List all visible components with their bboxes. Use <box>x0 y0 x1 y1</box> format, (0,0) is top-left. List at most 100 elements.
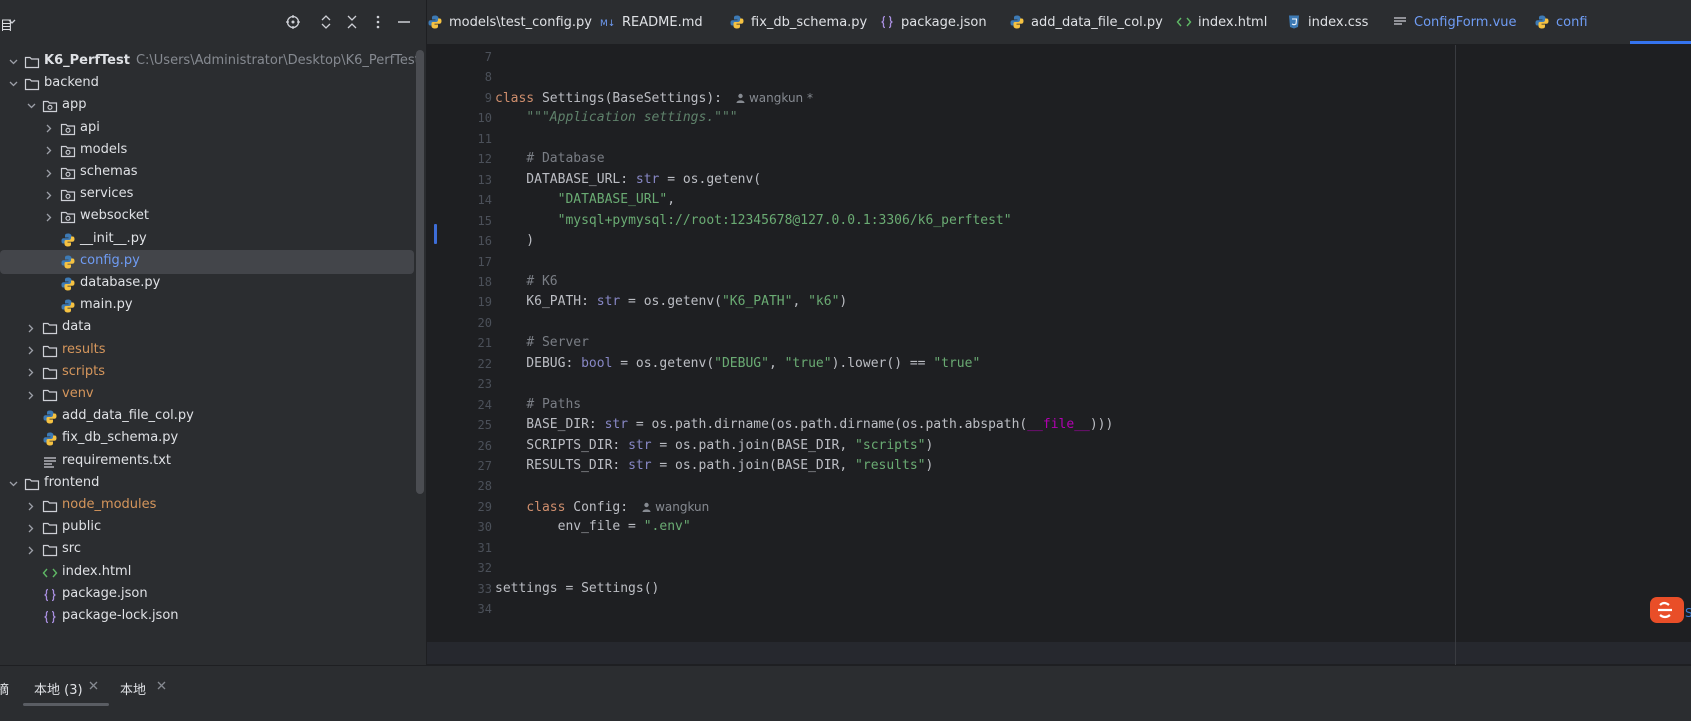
chevron-right-icon[interactable] <box>24 494 38 518</box>
tree-item-init-py[interactable]: __init__.py <box>0 228 414 252</box>
collapse-all-icon[interactable] <box>342 12 362 32</box>
code-line[interactable]: RESULTS_DIR: str = os.path.join(BASE_DIR… <box>495 455 933 477</box>
chevron-right-icon[interactable] <box>24 538 38 562</box>
tree-item-package-lock-json[interactable]: package-lock.json <box>0 605 414 629</box>
code-line[interactable]: SCRIPTS_DIR: str = os.path.join(BASE_DIR… <box>495 435 933 457</box>
chevron-right-icon[interactable] <box>24 361 38 385</box>
tab-models-test-config-py[interactable]: models\test_config.py <box>427 0 592 44</box>
tree-item-fix-db-schema-py[interactable]: fix_db_schema.py <box>0 427 414 451</box>
more-icon[interactable] <box>368 12 388 32</box>
tree-item-app[interactable]: app <box>0 94 414 118</box>
bottom-tab-2[interactable]: 本地 <box>120 679 146 698</box>
tree-item-label: schemas <box>80 164 138 179</box>
tree-item-k6-perftest[interactable]: K6_PerfTest C:\Users\Administrator\Deskto… <box>0 50 420 74</box>
code-author-hint[interactable]: wangkun * <box>736 91 813 105</box>
code-line[interactable]: DEBUG: bool = os.getenv("DEBUG", "true")… <box>495 353 980 375</box>
tree-item-results[interactable]: results <box>0 339 414 363</box>
tree-item-node-modules[interactable]: node_modules <box>0 494 414 518</box>
tree-item-data[interactable]: data <box>0 316 414 340</box>
folder-icon <box>42 498 58 514</box>
tree-item-backend[interactable]: backend <box>0 72 414 96</box>
code-line[interactable]: class Config: wangkun <box>495 496 709 518</box>
tree-item-models[interactable]: models <box>0 139 414 163</box>
chevron-down-icon[interactable] <box>6 472 20 496</box>
code-token: = os.getenv( <box>659 171 762 187</box>
chevron-down-icon[interactable] <box>8 19 16 25</box>
project-scrollbar[interactable] <box>416 50 424 494</box>
tree-item-public[interactable]: public <box>0 516 414 540</box>
tree-item-main-py[interactable]: main.py <box>0 294 414 318</box>
tree-item-add-data-file-col-py[interactable]: add_data_file_col.py <box>0 405 414 429</box>
python-icon <box>1009 14 1025 30</box>
vcs-change-marker[interactable] <box>434 224 437 244</box>
code-editor[interactable]: 7 8 9 10 11 12 13 14 15 16 17 18 19 20 21 22 23 24 25 26 27 2… <box>427 45 1691 665</box>
tree-item-websocket[interactable]: websocket <box>0 205 414 229</box>
code-token: , <box>768 355 785 371</box>
chevron-right-icon[interactable] <box>24 516 38 540</box>
code-line[interactable]: "mysql+pymysql://root:12345678@127.0.0.1… <box>495 210 1012 232</box>
tab-readme-md[interactable]: M↓ README.md <box>600 0 703 44</box>
bottom-tab-0[interactable]: 摘 <box>0 679 9 698</box>
tree-item-venv[interactable]: venv <box>0 383 414 407</box>
code-line[interactable]: BASE_DIR: str = os.path.dirname(os.path.… <box>495 414 1113 436</box>
chevron-right-icon[interactable] <box>42 117 56 141</box>
code-line[interactable]: DATABASE_URL: str = os.getenv( <box>495 169 761 191</box>
close-icon[interactable] <box>89 679 98 693</box>
chevron-right-icon[interactable] <box>24 383 38 407</box>
tab-index-html[interactable]: index.html <box>1176 0 1267 44</box>
tree-item-requirements-txt[interactable]: requirements.txt <box>0 450 414 474</box>
tree-item-label: config.py <box>80 252 140 268</box>
ime-floating-icon[interactable]: S <box>1648 596 1691 626</box>
tab-package-json[interactable]: package.json <box>879 0 987 44</box>
expand-collapse-icon[interactable] <box>316 12 336 32</box>
tree-item-frontend[interactable]: frontend <box>0 472 414 496</box>
tab-fix-db-schema-py[interactable]: fix_db_schema.py <box>729 0 867 44</box>
minimize-icon[interactable] <box>394 12 414 32</box>
chevron-down-icon[interactable] <box>6 72 20 96</box>
code-line[interactable]: # Paths <box>495 394 581 416</box>
tree-item-config-py[interactable]: config.py <box>0 249 414 274</box>
chevron-right-icon[interactable] <box>42 183 56 207</box>
code-line[interactable]: ) <box>495 230 534 252</box>
tab-index-css[interactable]: index.css <box>1286 0 1368 44</box>
code-token: # Paths <box>526 396 582 412</box>
chevron-right-icon[interactable] <box>42 205 56 229</box>
tab-configform-vue[interactable]: ConfigForm.vue <box>1392 0 1517 44</box>
tab-add-data-file-col-py[interactable]: add_data_file_col.py <box>1009 0 1163 44</box>
target-icon[interactable] <box>283 12 303 32</box>
tree-item-database-py[interactable]: database.py <box>0 272 414 296</box>
code-line[interactable]: """Application settings.""" <box>495 107 737 129</box>
tree-item-src[interactable]: src <box>0 538 414 562</box>
code-token: "scripts" <box>855 437 926 453</box>
code-line[interactable]: "DATABASE_URL", <box>495 189 675 211</box>
code-line[interactable]: settings = Settings() <box>495 578 659 600</box>
tree-item-schemas[interactable]: schemas <box>0 161 414 185</box>
tree-item-api[interactable]: api <box>0 117 414 141</box>
code-line[interactable]: class Settings(BaseSettings): wangkun * <box>495 87 813 109</box>
tree-item-index-html[interactable]: index.html <box>0 561 414 585</box>
tree-item-label: __init__.py <box>80 230 147 246</box>
tree-item-services[interactable]: services <box>0 183 414 207</box>
chevron-right-icon[interactable] <box>24 339 38 363</box>
tree-item-scripts[interactable]: scripts <box>0 361 414 385</box>
tab-confi[interactable]: confi <box>1534 0 1588 44</box>
code-line[interactable]: # K6 <box>495 271 557 293</box>
bottom-tab-1[interactable]: 本地 (3) <box>34 679 83 698</box>
tree-item-package-json[interactable]: package.json <box>0 583 414 607</box>
chevron-down-icon[interactable] <box>6 50 20 74</box>
html-icon <box>1176 14 1192 30</box>
code-line[interactable]: # Server <box>495 332 589 354</box>
close-icon[interactable] <box>157 679 166 693</box>
code-line[interactable]: # Database <box>495 148 604 170</box>
python-file-icon <box>60 298 76 314</box>
chevron-down-icon[interactable] <box>24 94 38 118</box>
code-token: "true" <box>784 355 832 371</box>
code-line[interactable]: env_file = ".env" <box>495 516 691 538</box>
code-author-hint[interactable]: wangkun <box>642 500 709 514</box>
chevron-right-icon[interactable] <box>24 316 38 340</box>
code-line[interactable]: K6_PATH: str = os.getenv("K6_PATH", "k6"… <box>495 291 847 313</box>
chevron-right-icon[interactable] <box>42 161 56 185</box>
line-number: 9 <box>484 90 492 105</box>
chevron-right-icon[interactable] <box>42 139 56 163</box>
